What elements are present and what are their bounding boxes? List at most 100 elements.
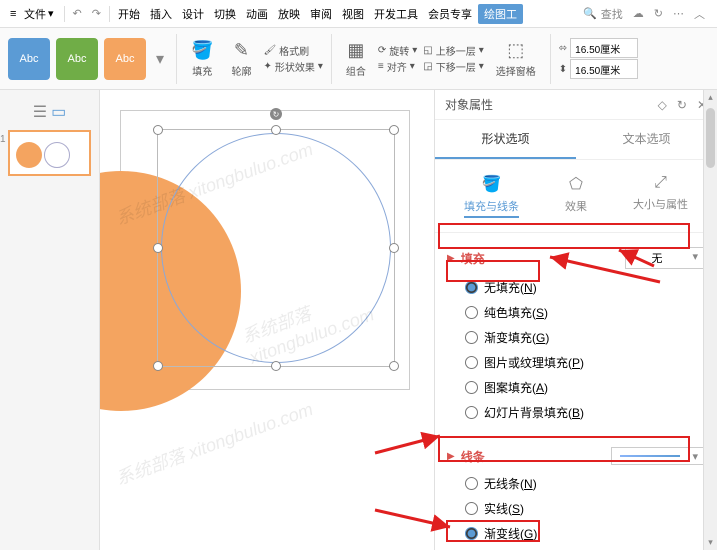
outline-view-icon[interactable]: ☰ — [33, 102, 47, 122]
format-painter-button[interactable]: 🖌格式刷 — [263, 43, 322, 58]
slide-number: 1 — [0, 134, 6, 145]
search-icon: 🔍 — [583, 7, 597, 20]
selection-pane-button[interactable]: ⬚选择窗格 — [490, 39, 542, 78]
slide-thumbnail[interactable]: 1 — [8, 130, 91, 176]
outline-button[interactable]: ✎轮廓 — [225, 39, 257, 78]
ribbon: Abc Abc Abc ▾ 🪣填充 ✎轮廓 🖌格式刷 ✦形状效果▾ ▦组合 ⟳旋… — [0, 28, 717, 90]
resize-handle[interactable] — [389, 125, 399, 135]
chevron-down-icon[interactable]: ▾ — [152, 49, 168, 69]
fill-button[interactable]: 🪣填充 — [185, 39, 219, 78]
slide-canvas: ↻ — [120, 110, 410, 390]
line-section-head[interactable]: ▶ 线条 — [447, 441, 705, 471]
height-input[interactable] — [570, 59, 638, 79]
tab-devtools[interactable]: 开发工具 — [370, 6, 422, 22]
fill-gradient-radio[interactable]: 渐变填充(G) — [465, 325, 705, 350]
pen-icon: ✎ — [234, 39, 249, 61]
tab-design[interactable]: 设计 — [178, 6, 208, 22]
align-icon: ≡ — [378, 61, 384, 72]
tab-animation[interactable]: 动画 — [242, 6, 272, 22]
resize-handle[interactable] — [153, 361, 163, 371]
resize-handle[interactable] — [153, 125, 163, 135]
fill-section-head[interactable]: ▶ 填充 无 — [447, 241, 705, 275]
properties-panel: 对象属性 ◇ ↻ ✕ 形状选项 文本选项 🪣填充与线条 ⬠效果 ⤢大小与属性 ▶… — [434, 90, 717, 550]
main-area: ☰ ▭ 1 ↻ 系统部落 xitongbuluo.com 系统部落 — [0, 90, 717, 550]
fill-slidebg-radio[interactable]: 幻灯片背景填充(B) — [465, 400, 705, 425]
scroll-thumb[interactable] — [706, 108, 715, 168]
resize-handle[interactable] — [389, 243, 399, 253]
forward-icon: ◱ — [423, 45, 432, 56]
thumbnail-view-icon[interactable]: ▭ — [51, 102, 66, 122]
bucket-icon: 🪣 — [191, 39, 213, 61]
tab-member[interactable]: 会员专享 — [424, 6, 476, 22]
shape-preset-2[interactable]: Abc — [56, 38, 98, 80]
refresh-icon[interactable]: ↻ — [677, 98, 687, 112]
align-button[interactable]: ≡对齐▾ — [378, 59, 417, 74]
collapse-icon[interactable]: ︿ — [694, 6, 705, 22]
undo-icon[interactable]: ↶ — [69, 7, 86, 20]
chevron-down-icon: ▾ — [48, 7, 54, 20]
size-icon: ⤢ — [654, 174, 667, 192]
fill-none-radio[interactable]: 无填充(N) — [465, 275, 705, 300]
panel-scrollbar[interactable]: ▴ ▾ — [703, 90, 717, 550]
resize-handle[interactable] — [389, 361, 399, 371]
scroll-up-icon[interactable]: ▴ — [704, 92, 717, 103]
resize-handle[interactable] — [271, 361, 281, 371]
bring-forward-button[interactable]: ◱上移一层▾ — [423, 43, 483, 58]
file-label: 文件 — [24, 6, 46, 22]
rotate-button[interactable]: ⟳旋转▾ — [378, 43, 417, 58]
rotate-icon: ⟳ — [378, 45, 386, 56]
group-icon: ▦ — [347, 39, 364, 61]
triangle-down-icon: ▶ — [447, 253, 455, 264]
sync-icon[interactable]: ↻ — [654, 7, 663, 20]
slide-rail: ☰ ▭ 1 — [0, 90, 100, 550]
brush-icon: 🖌 — [263, 45, 276, 56]
file-menu[interactable]: ≡ 文件 ▾ — [4, 6, 60, 22]
fill-solid-radio[interactable]: 纯色填充(S) — [465, 300, 705, 325]
tab-slideshow[interactable]: 放映 — [274, 6, 304, 22]
height-icon: ⬍ — [559, 64, 567, 75]
tab-text-options[interactable]: 文本选项 — [576, 120, 717, 159]
width-input[interactable] — [570, 38, 638, 58]
line-none-radio[interactable]: 无线条(N) — [465, 471, 705, 496]
diamond-icon[interactable]: ◇ — [658, 98, 667, 112]
subtab-size-props[interactable]: ⤢大小与属性 — [625, 170, 696, 222]
canvas-area[interactable]: ↻ 系统部落 xitongbuluo.com 系统部落 xitongbuluo.… — [100, 90, 434, 550]
tab-start[interactable]: 开始 — [114, 6, 144, 22]
fill-picture-radio[interactable]: 图片或纹理填充(P) — [465, 350, 705, 375]
line-section-label: 线条 — [461, 448, 485, 465]
send-backward-button[interactable]: ◲下移一层▾ — [423, 59, 483, 74]
search-box[interactable]: 🔍 查找 — [583, 6, 623, 22]
shape-preset-3[interactable]: Abc — [104, 38, 146, 80]
cloud-icon[interactable]: ☁ — [633, 7, 644, 20]
tab-view[interactable]: 视图 — [338, 6, 368, 22]
shape-effects-button[interactable]: ✦形状效果▾ — [263, 59, 322, 74]
subtab-effects[interactable]: ⬠效果 — [557, 170, 595, 222]
tab-transition[interactable]: 切换 — [210, 6, 240, 22]
subtab-fill-line[interactable]: 🪣填充与线条 — [456, 170, 527, 222]
scroll-down-icon[interactable]: ▾ — [704, 537, 717, 548]
resize-handle[interactable] — [271, 125, 281, 135]
backward-icon: ◲ — [423, 61, 432, 72]
panel-tabs: 形状选项 文本选项 — [435, 120, 717, 160]
tab-insert[interactable]: 插入 — [146, 6, 176, 22]
effects-icon: ✦ — [263, 61, 271, 72]
tab-shape-options[interactable]: 形状选项 — [435, 120, 576, 159]
panel-title: 对象属性 — [445, 96, 658, 113]
rotate-handle[interactable]: ↻ — [270, 108, 282, 120]
line-dropdown[interactable] — [611, 447, 705, 465]
triangle-down-icon: ▶ — [447, 451, 455, 462]
resize-handle[interactable] — [153, 243, 163, 253]
tab-review[interactable]: 审阅 — [306, 6, 336, 22]
more-icon[interactable]: ⋯ — [673, 7, 684, 20]
group-button[interactable]: ▦组合 — [340, 39, 372, 78]
hamburger-icon: ≡ — [10, 8, 22, 20]
tab-drawing[interactable]: 绘图工 — [478, 4, 523, 24]
redo-icon[interactable]: ↷ — [88, 7, 105, 20]
line-solid-radio[interactable]: 实线(S) — [465, 496, 705, 521]
pentagon-icon: ⬠ — [569, 174, 583, 194]
fill-pattern-radio[interactable]: 图案填充(A) — [465, 375, 705, 400]
fill-dropdown[interactable]: 无 — [625, 247, 705, 269]
search-placeholder: 查找 — [601, 6, 623, 22]
line-gradient-radio[interactable]: 渐变线(G) — [465, 521, 705, 546]
shape-preset-1[interactable]: Abc — [8, 38, 50, 80]
